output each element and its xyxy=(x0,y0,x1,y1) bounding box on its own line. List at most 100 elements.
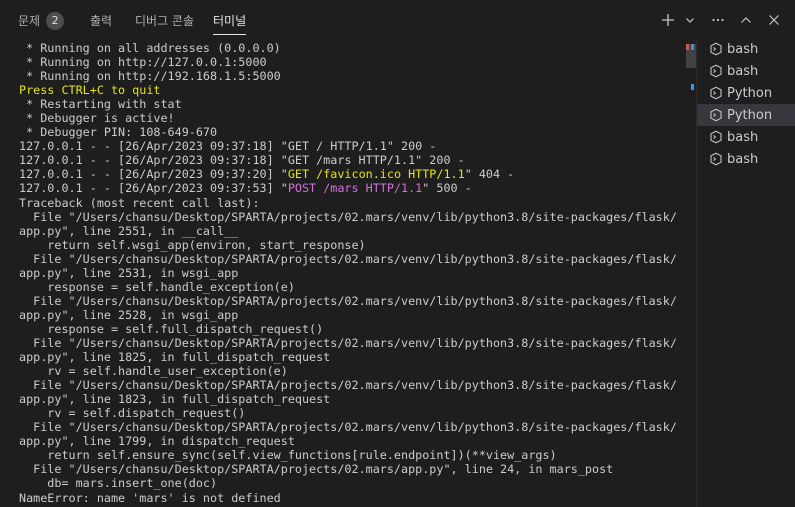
terminal-line: * Debugger is active! xyxy=(19,111,677,125)
tab-problems[interactable]: 문제 2 xyxy=(18,0,65,40)
terminal-line: * Debugger PIN: 108-649-670 xyxy=(19,125,677,139)
terminal-text-segment: NameError: name 'mars' is not defined xyxy=(19,490,281,505)
terminal-line: rv = self.dispatch_request() xyxy=(19,406,677,420)
terminal-lines: * Running on all addresses (0.0.0.0) * R… xyxy=(19,41,677,505)
terminal-session-label: bash xyxy=(727,41,759,57)
terminal-text-segment: rv = self.dispatch_request() xyxy=(19,406,246,421)
terminal-line: response = self.handle_exception(e) xyxy=(19,280,677,294)
terminal-session-list: bash bash Python Python bash bash xyxy=(696,38,795,507)
panel-tab-bar: 문제 2 출력 디버그 콘솔 터미널 xyxy=(0,0,795,40)
terminal-text-segment: File "/Users/chansu/Desktop/SPARTA/proje… xyxy=(19,335,677,350)
tab-problems-label: 문제 xyxy=(18,14,41,28)
terminal-session-item[interactable]: Python xyxy=(697,104,795,126)
terminal-text-segment: 127.0.0.1 - - [26/Apr/2023 09:37:18] "GE… xyxy=(19,139,437,154)
tab-debug-console[interactable]: 디버그 콘솔 xyxy=(135,0,194,40)
terminal-session-item[interactable]: bash xyxy=(697,38,795,60)
terminal-line: File "/Users/chansu/Desktop/SPARTA/proje… xyxy=(19,294,677,308)
tab-terminal-label: 터미널 xyxy=(213,14,247,28)
plus-icon[interactable] xyxy=(657,8,679,32)
terminal-line: 127.0.0.1 - - [26/Apr/2023 09:37:20] "GE… xyxy=(19,167,677,181)
terminal-session-item[interactable]: Python xyxy=(697,82,795,104)
terminal-session-label: bash xyxy=(727,129,759,145)
terminal-line: Press CTRL+C to quit xyxy=(19,83,677,97)
terminal-line: * Running on http://127.0.0.1:5000 xyxy=(19,55,677,69)
terminal-line: app.py", line 1825, in full_dispatch_req… xyxy=(19,350,677,364)
terminal-session-label: Python xyxy=(727,85,773,101)
terminal-line: app.py", line 1799, in dispatch_request xyxy=(19,434,677,448)
terminal-line: * Restarting with stat xyxy=(19,97,677,111)
terminal-output[interactable]: * Running on all addresses (0.0.0.0) * R… xyxy=(0,41,690,507)
chevron-up-icon[interactable] xyxy=(735,8,757,32)
terminal-line: * Running on all addresses (0.0.0.0) xyxy=(19,41,677,55)
terminal-text-segment: Press CTRL+C to quit xyxy=(19,83,161,98)
terminal-line: app.py", line 2528, in wsgi_app xyxy=(19,308,677,322)
terminal-line: File "/Users/chansu/Desktop/SPARTA/proje… xyxy=(19,252,677,266)
terminal-line: File "/Users/chansu/Desktop/SPARTA/proje… xyxy=(19,420,677,434)
more-icon[interactable] xyxy=(707,8,729,32)
terminal-text-segment: app.py", line 2551, in __call__ xyxy=(19,223,239,238)
terminal-shell-icon xyxy=(709,151,725,167)
terminal-line: 127.0.0.1 - - [26/Apr/2023 09:37:53] "PO… xyxy=(19,181,677,195)
tab-output[interactable]: 출력 xyxy=(90,0,112,40)
terminal-text-segment: app.py", line 2528, in wsgi_app xyxy=(19,307,239,322)
terminal-text-segment: return self.ensure_sync(self.view_functi… xyxy=(19,448,557,463)
terminal-shell-icon xyxy=(709,63,725,79)
terminal-text-segment: * Running on http://192.168.1.5:5000 xyxy=(19,69,281,84)
problems-count-badge: 2 xyxy=(46,12,65,30)
terminal-text-segment: rv = self.handle_user_exception(e) xyxy=(19,364,288,379)
terminal-text-segment: 127.0.0.1 - - [26/Apr/2023 09:37:18] "GE… xyxy=(19,153,465,168)
terminal-line: Traceback (most recent call last): xyxy=(19,196,677,210)
terminal-shell-icon xyxy=(709,85,725,101)
terminal-text-segment: return self.wsgi_app(environ, start_resp… xyxy=(19,237,366,252)
close-icon[interactable] xyxy=(763,8,785,32)
terminal-text-segment: db= mars.insert_one(doc) xyxy=(19,476,218,491)
tab-debug-console-label: 디버그 콘솔 xyxy=(135,14,195,28)
terminal-text-segment: 127.0.0.1 - - [26/Apr/2023 09:37:20] " xyxy=(19,167,288,182)
terminal-text-segment: File "/Users/chansu/Desktop/SPARTA/proje… xyxy=(19,293,677,308)
terminal-text-segment: File "/Users/chansu/Desktop/SPARTA/proje… xyxy=(19,209,677,224)
terminal-line: rv = self.handle_user_exception(e) xyxy=(19,364,677,378)
terminal-shell-icon xyxy=(709,129,725,145)
terminal-line: return self.ensure_sync(self.view_functi… xyxy=(19,448,677,462)
terminal-line: * Running on http://192.168.1.5:5000 xyxy=(19,69,677,83)
terminal-line: app.py", line 1823, in full_dispatch_req… xyxy=(19,392,677,406)
terminal-text-segment: * Running on all addresses (0.0.0.0) xyxy=(19,41,281,55)
terminal-text-segment: " 500 - xyxy=(422,181,472,196)
terminal-line: File "/Users/chansu/Desktop/SPARTA/proje… xyxy=(19,378,677,392)
terminal-text-segment: File "/Users/chansu/Desktop/SPARTA/proje… xyxy=(19,420,677,435)
terminal-session-item[interactable]: bash xyxy=(697,148,795,170)
terminal-text-segment: " 404 - xyxy=(464,167,515,182)
terminal-line: 127.0.0.1 - - [26/Apr/2023 09:37:18] "GE… xyxy=(19,139,677,153)
terminal-line: File "/Users/chansu/Desktop/SPARTA/proje… xyxy=(19,210,677,224)
terminal-text-segment: * Debugger PIN: 108-649-670 xyxy=(19,125,218,140)
tab-terminal[interactable]: 터미널 xyxy=(213,0,247,40)
terminal-session-item[interactable]: bash xyxy=(697,126,795,148)
terminal-session-item[interactable]: bash xyxy=(697,60,795,82)
terminal-line: response = self.full_dispatch_request() xyxy=(19,322,677,336)
terminal-text-segment: * Restarting with stat xyxy=(19,97,182,112)
terminal-text-segment: app.py", line 1825, in full_dispatch_req… xyxy=(19,350,331,365)
terminal-text-segment: File "/Users/chansu/Desktop/SPARTA/proje… xyxy=(19,251,677,266)
tab-output-label: 출력 xyxy=(90,14,113,28)
terminal-text-segment: * Running on http://127.0.0.1:5000 xyxy=(19,55,267,70)
terminal-text-segment: Traceback (most recent call last): xyxy=(19,195,260,210)
terminal-text-segment: * Debugger is active! xyxy=(19,111,175,126)
terminal-text-segment: app.py", line 1823, in full_dispatch_req… xyxy=(19,392,331,407)
terminal-line: NameError: name 'mars' is not defined xyxy=(19,491,677,505)
terminal-line: app.py", line 2551, in __call__ xyxy=(19,224,677,238)
terminal-text-segment: GET /favicon.ico HTTP/1.1 xyxy=(287,167,465,182)
terminal-line: File "/Users/chansu/Desktop/SPARTA/proje… xyxy=(19,336,677,350)
terminal-text-segment: File "/Users/chansu/Desktop/SPARTA/proje… xyxy=(19,378,677,393)
minimap-info-mark xyxy=(691,84,694,90)
chevron-down-icon[interactable] xyxy=(683,8,697,32)
terminal-shell-icon xyxy=(709,107,725,123)
terminal-overview-ruler xyxy=(686,41,696,507)
terminal-line: return self.wsgi_app(environ, start_resp… xyxy=(19,238,677,252)
terminal-shell-icon xyxy=(709,41,725,57)
terminal-scrollbar-thumb[interactable] xyxy=(686,44,696,68)
terminal-session-label: bash xyxy=(727,63,759,79)
terminal-line: app.py", line 2531, in wsgi_app xyxy=(19,266,677,280)
terminal-session-label: bash xyxy=(727,151,759,167)
terminal-text-segment: app.py", line 1799, in dispatch_request xyxy=(19,434,295,449)
terminal-line: db= mars.insert_one(doc) xyxy=(19,476,677,490)
